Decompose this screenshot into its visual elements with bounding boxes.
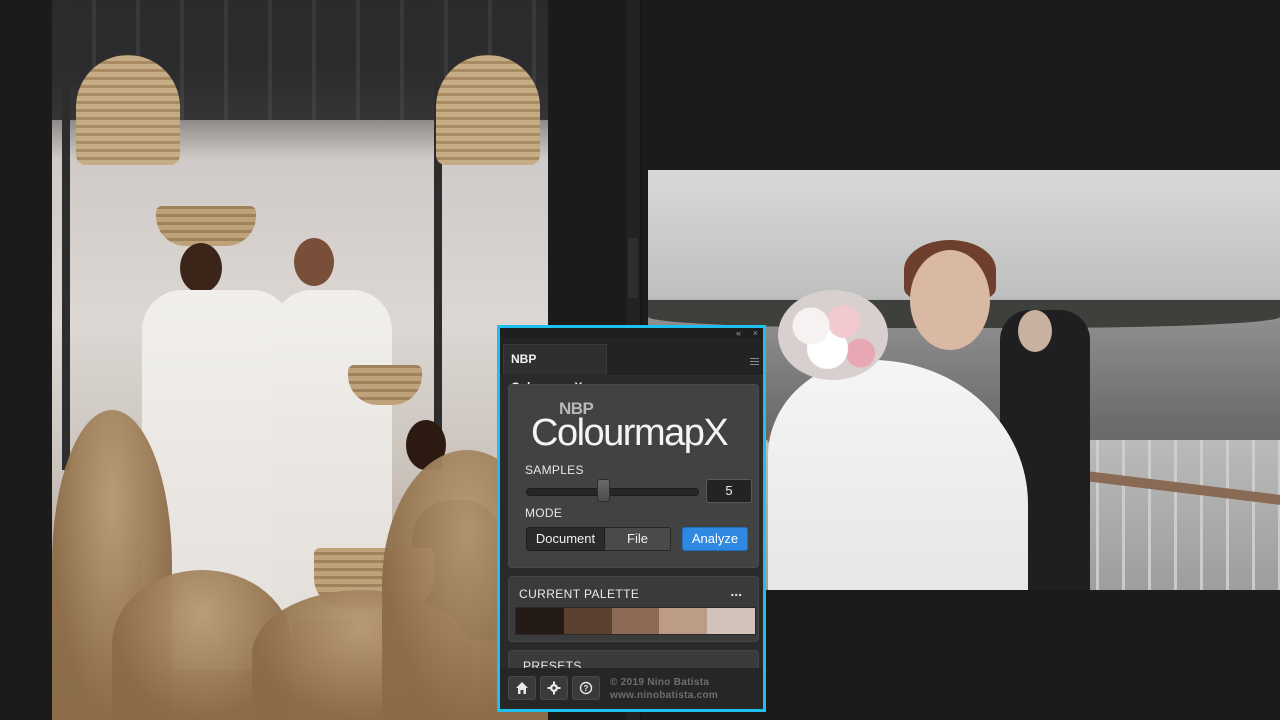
svg-text:?: ? [584, 684, 589, 693]
palette-swatch[interactable] [563, 608, 612, 634]
palette-more-button[interactable]: ... [730, 583, 742, 599]
basket-lamp [76, 55, 180, 165]
logo-colourmapx: ColourmapX [531, 412, 729, 454]
home-button[interactable] [508, 676, 536, 700]
pole [434, 0, 442, 470]
home-icon [516, 682, 528, 694]
bouquet [778, 290, 888, 380]
panel-tabbar: NBP ColourmapX [500, 338, 763, 394]
samples-slider-thumb[interactable] [597, 479, 611, 502]
fruit-basket [348, 365, 422, 405]
left-photo-fashion [52, 0, 548, 720]
groom-head [1018, 310, 1052, 352]
samples-value-field[interactable]: 5 [706, 479, 752, 503]
gutter-scroll-thumb[interactable] [628, 238, 638, 298]
panel-topbar: « × [500, 328, 763, 338]
palette-swatch[interactable] [707, 608, 755, 634]
palette-title: CURRENT PALETTE [519, 587, 640, 601]
model-head [180, 243, 222, 293]
copyright-line: © 2019 Nino Batista [610, 677, 710, 688]
bride-head [910, 250, 990, 350]
help-icon: ? [579, 681, 593, 695]
panel-tab[interactable]: NBP ColourmapX [503, 344, 607, 394]
main-section: NBP ColourmapX SAMPLES 5 MODE Document F… [508, 384, 759, 568]
collapse-icon[interactable]: « [736, 328, 741, 338]
mode-file-button[interactable]: File [605, 527, 671, 551]
palette-swatch[interactable] [516, 608, 564, 634]
mode-document-button[interactable]: Document [526, 527, 605, 551]
pole [62, 0, 70, 470]
samples-slider-track[interactable] [526, 488, 699, 496]
analyze-button[interactable]: Analyze [682, 527, 748, 551]
website-line: www.ninobatista.com [610, 690, 719, 701]
settings-button[interactable] [540, 676, 568, 700]
palette-swatch[interactable] [659, 608, 708, 634]
fruit-basket [156, 206, 256, 246]
samples-label: SAMPLES [525, 463, 584, 477]
gear-icon [547, 681, 561, 695]
panel-footer: ? © 2019 Nino Batista www.ninobatista.co… [500, 668, 763, 709]
panel-menu-icon[interactable] [750, 358, 759, 366]
basket-lamp [436, 55, 540, 165]
help-button[interactable]: ? [572, 676, 600, 700]
bride-dress [768, 360, 1028, 590]
colourmapx-panel: « × NBP ColourmapX NBP ColourmapX SAMPLE… [497, 325, 766, 712]
close-icon[interactable]: × [753, 328, 758, 338]
current-palette-section: CURRENT PALETTE ... [508, 576, 759, 642]
model-head [294, 238, 334, 286]
copyright-text: © 2019 Nino Batista www.ninobatista.com [610, 676, 718, 702]
palette-swatch[interactable] [611, 608, 660, 634]
palette-swatches [515, 607, 756, 635]
mode-label: MODE [525, 506, 563, 520]
